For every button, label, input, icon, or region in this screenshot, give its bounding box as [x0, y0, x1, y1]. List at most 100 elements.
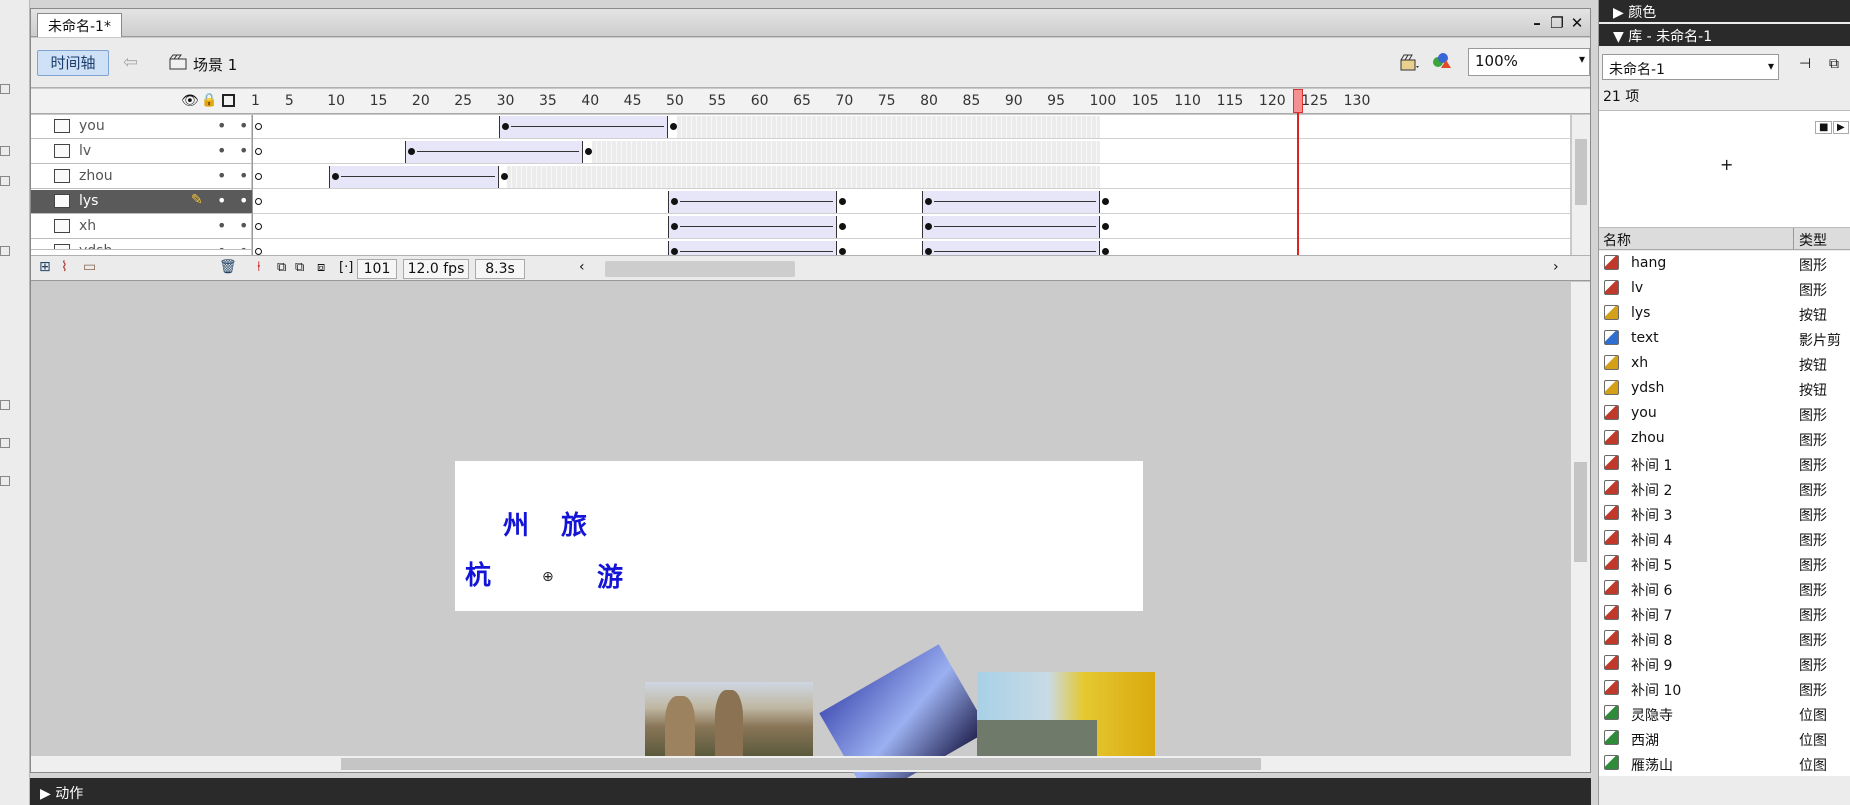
keyframe[interactable]: [670, 123, 678, 130]
library-item[interactable]: 补间 4 图形: [1599, 526, 1850, 551]
lock-dot-icon[interactable]: •: [239, 191, 248, 210]
motion-tween[interactable]: [668, 241, 838, 255]
fill-tool-icon[interactable]: [0, 400, 10, 410]
zoom-select[interactable]: 100% ▾: [1468, 48, 1590, 76]
layer-row[interactable]: xh • •: [31, 215, 276, 239]
title-char[interactable]: 杭: [465, 555, 491, 592]
visibility-dot-icon[interactable]: •: [217, 141, 226, 160]
show-hide-all-icon[interactable]: 👁: [181, 93, 199, 109]
layer-name[interactable]: lv: [79, 143, 91, 159]
keyframe[interactable]: [1102, 198, 1109, 205]
minimize-icon[interactable]: –: [1527, 13, 1547, 33]
blank-keyframe[interactable]: [255, 223, 262, 230]
lock-dot-icon[interactable]: •: [239, 166, 248, 185]
static-frames[interactable]: [507, 166, 1100, 188]
edit-symbol-icon[interactable]: [1431, 50, 1453, 72]
keyframe[interactable]: [501, 123, 509, 130]
scroll-right-icon[interactable]: ›: [1553, 259, 1559, 275]
library-item[interactable]: lys 按钮: [1599, 301, 1850, 326]
add-guide-layer-icon[interactable]: ⌇: [61, 259, 68, 275]
motion-tween[interactable]: [405, 141, 584, 163]
visibility-dot-icon[interactable]: •: [217, 116, 226, 135]
blank-keyframe[interactable]: [255, 248, 262, 255]
visibility-dot-icon[interactable]: •: [217, 241, 226, 249]
swap-colors-icon[interactable]: [0, 476, 10, 486]
library-item[interactable]: zhou 图形: [1599, 426, 1850, 451]
keyframe[interactable]: [671, 198, 679, 205]
motion-tween[interactable]: [329, 166, 499, 188]
layer-name[interactable]: ydsh: [79, 243, 112, 249]
playhead[interactable]: [1293, 89, 1303, 255]
photo-xihu[interactable]: [819, 644, 989, 800]
blank-keyframe[interactable]: [255, 148, 262, 155]
timeline-vscroll[interactable]: [1572, 115, 1590, 255]
static-frames[interactable]: [676, 116, 1100, 138]
subselect-tool-icon[interactable]: [0, 84, 10, 94]
motion-tween[interactable]: [922, 191, 1100, 213]
library-item[interactable]: 补间 7 图形: [1599, 601, 1850, 626]
visibility-dot-icon[interactable]: •: [217, 216, 226, 235]
blank-keyframe[interactable]: [255, 123, 262, 130]
preview-stop-icon[interactable]: ■: [1815, 121, 1833, 134]
keyframe[interactable]: [839, 223, 847, 230]
col-name-header[interactable]: 名称: [1603, 230, 1631, 250]
library-item[interactable]: ydsh 按钮: [1599, 376, 1850, 401]
onion-skin-icon[interactable]: ⧉: [277, 260, 286, 275]
frame-row[interactable]: [253, 165, 1570, 189]
edit-scene-icon[interactable]: [1399, 52, 1421, 72]
document-tab[interactable]: 未命名-1*: [37, 13, 122, 37]
stage-hscroll-thumb[interactable]: [341, 758, 1261, 770]
frame-row[interactable]: [253, 215, 1570, 239]
onion-outline-icon[interactable]: ⧉: [295, 260, 304, 275]
scene-label[interactable]: 场景 1: [193, 54, 237, 75]
pen-tool-icon[interactable]: [0, 176, 10, 186]
library-item[interactable]: xh 按钮: [1599, 351, 1850, 376]
lock-dot-icon[interactable]: •: [239, 241, 248, 249]
library-item[interactable]: hang 图形: [1599, 251, 1850, 276]
layer-row[interactable]: lys ✎ • •: [31, 190, 276, 214]
keyframe[interactable]: [671, 223, 679, 230]
motion-tween[interactable]: [922, 216, 1100, 238]
playhead-handle[interactable]: [1293, 89, 1303, 113]
library-item[interactable]: text 影片剪: [1599, 326, 1850, 351]
motion-tween[interactable]: [668, 191, 838, 213]
pin-library-icon[interactable]: ⊣: [1799, 56, 1811, 72]
library-item[interactable]: 补间 1 图形: [1599, 451, 1850, 476]
frame-row[interactable]: [253, 190, 1570, 214]
layer-row[interactable]: ydsh • •: [31, 240, 276, 250]
library-item[interactable]: 补间 10 图形: [1599, 676, 1850, 701]
frame-row[interactable]: [253, 115, 1570, 139]
zoom-tool-icon[interactable]: [0, 438, 10, 448]
keyframe[interactable]: [839, 198, 847, 205]
library-document-select[interactable]: 未命名-1 ▾: [1602, 54, 1779, 80]
blank-keyframe[interactable]: [255, 198, 262, 205]
photo-yandangshan[interactable]: [645, 682, 813, 756]
actions-panel-bar[interactable]: ▶ 动作: [30, 778, 1591, 805]
visibility-dot-icon[interactable]: •: [217, 191, 226, 210]
library-item[interactable]: 补间 6 图形: [1599, 576, 1850, 601]
timeline-vscroll-thumb[interactable]: [1575, 139, 1587, 205]
outline-all-icon[interactable]: [222, 94, 235, 107]
lock-dot-icon[interactable]: •: [239, 116, 248, 135]
library-item[interactable]: you 图形: [1599, 401, 1850, 426]
layer-name[interactable]: zhou: [79, 168, 113, 184]
stage-hscroll[interactable]: [31, 756, 1590, 772]
frame-grid[interactable]: [252, 115, 1570, 255]
center-frame-icon[interactable]: ⍿: [257, 259, 261, 275]
title-char[interactable]: 游: [597, 557, 623, 594]
delete-layer-icon[interactable]: 🗑: [219, 259, 237, 275]
layer-row[interactable]: lv • •: [31, 140, 276, 164]
layer-name[interactable]: you: [79, 118, 105, 134]
layer-name[interactable]: lys: [79, 193, 98, 209]
title-char[interactable]: 州: [503, 505, 529, 542]
timeline-toggle-button[interactable]: 时间轴: [37, 50, 109, 76]
keyframe[interactable]: [839, 248, 847, 255]
restore-icon[interactable]: ❐: [1547, 13, 1567, 33]
title-char[interactable]: 旅: [561, 505, 587, 542]
close-icon[interactable]: ✕: [1567, 13, 1587, 33]
layer-row[interactable]: zhou • •: [31, 165, 276, 189]
frame-row[interactable]: [253, 240, 1570, 255]
keyframe[interactable]: [1102, 248, 1109, 255]
layer-name[interactable]: xh: [79, 218, 96, 234]
insert-layer-icon[interactable]: ⊞: [39, 259, 51, 275]
